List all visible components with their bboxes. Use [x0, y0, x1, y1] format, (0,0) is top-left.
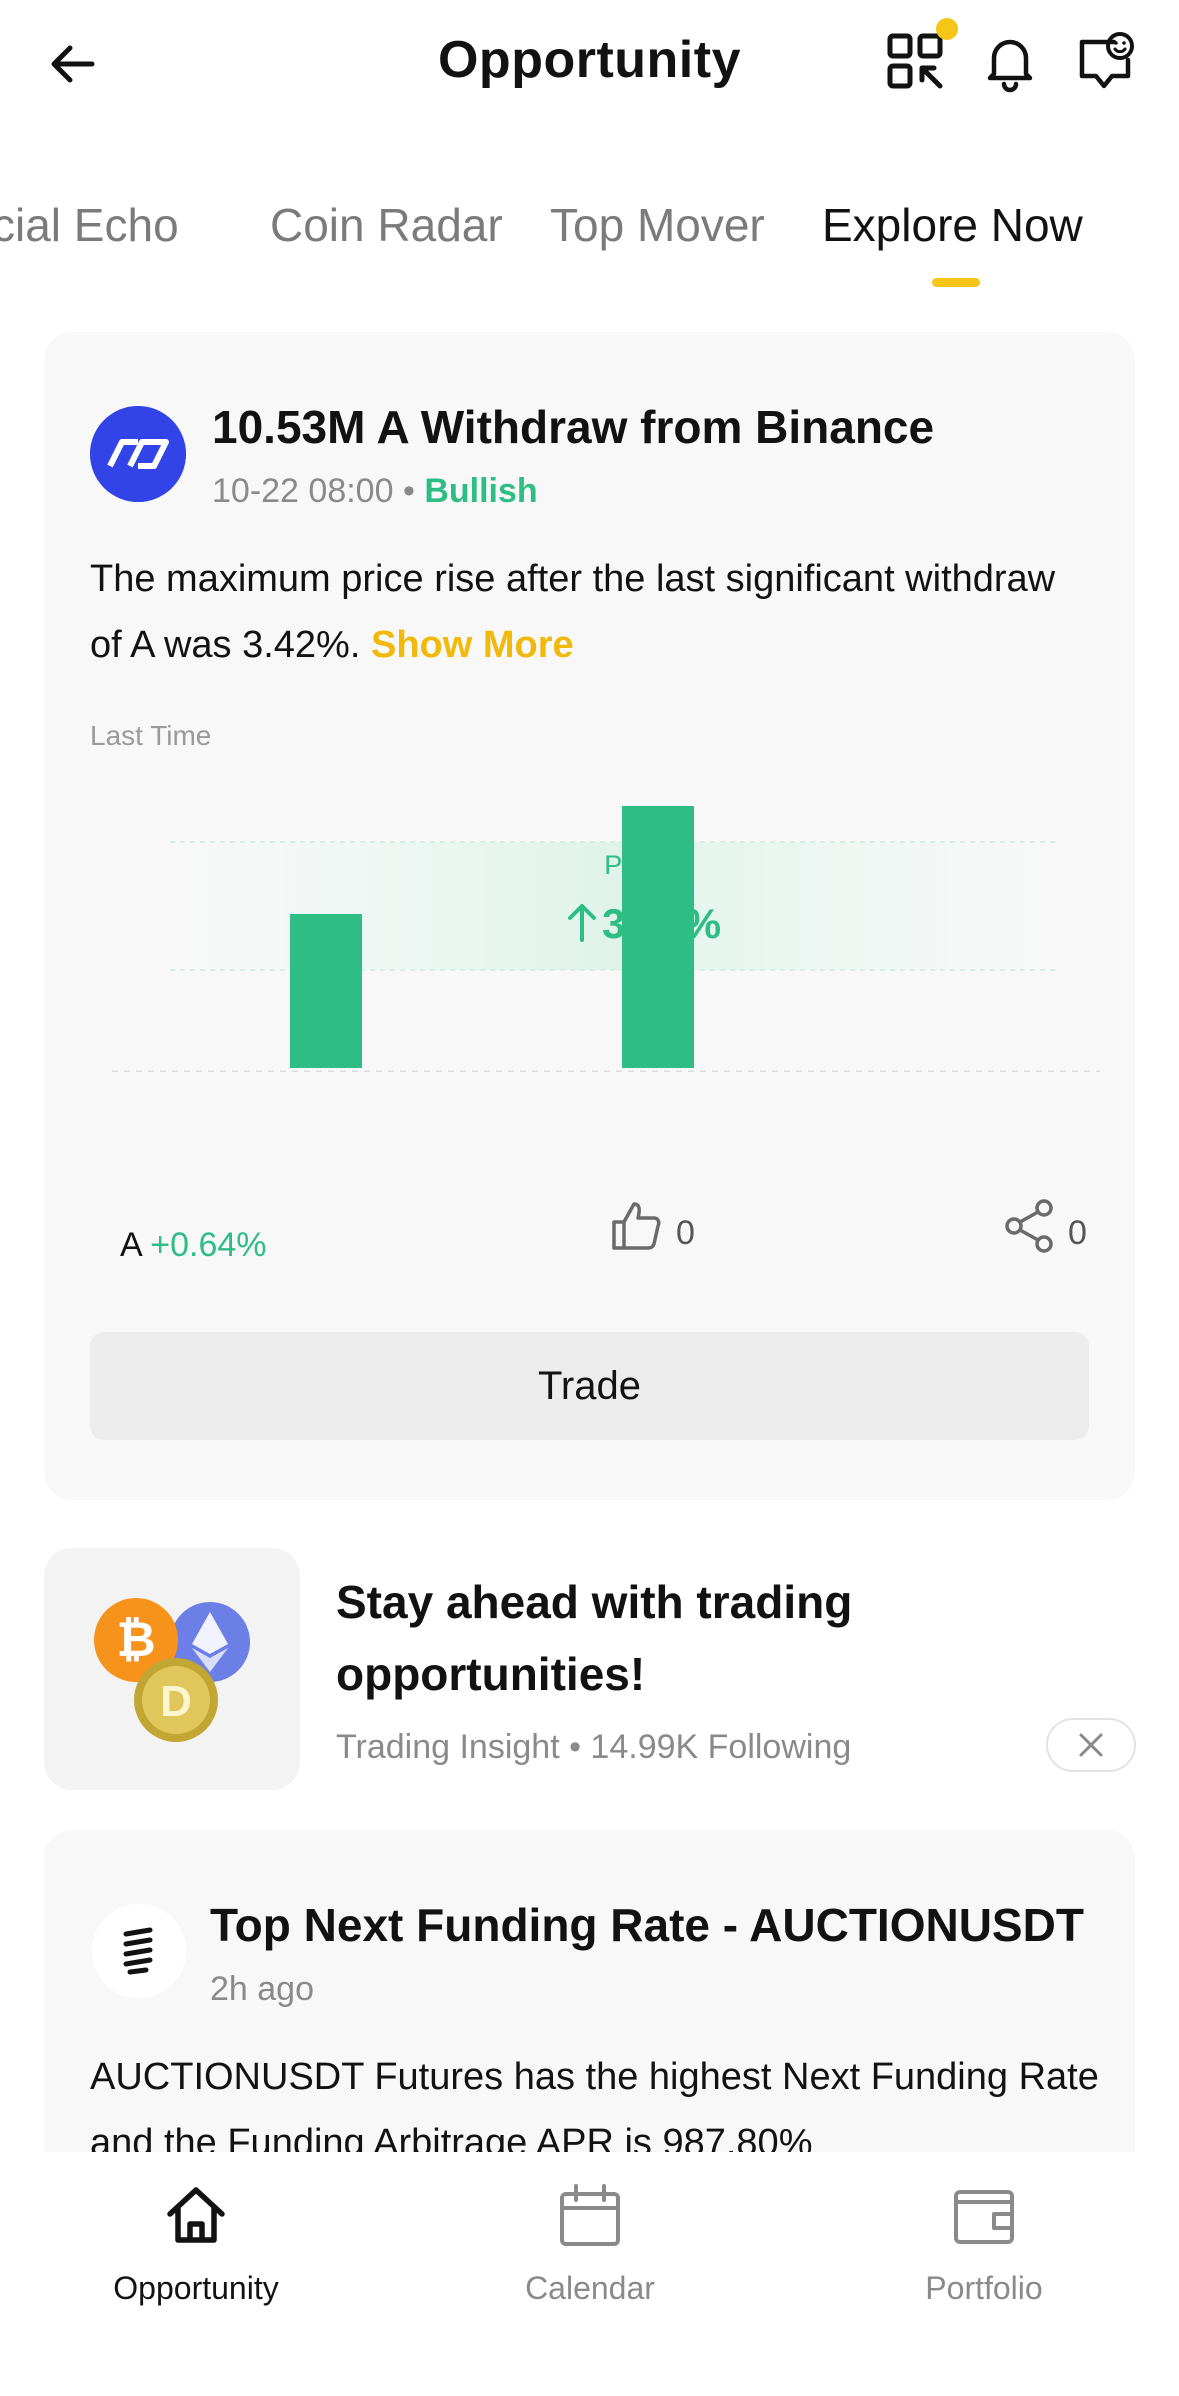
meta-separator: •: [402, 472, 415, 510]
category-tabs: cial Echo Coin Radar Top Mover Explore N…: [0, 180, 1179, 290]
bar-after: [622, 806, 694, 1068]
sentiment-badge: Bullish: [424, 472, 538, 510]
nav-opportunity[interactable]: Opportunity: [76, 2180, 316, 2307]
card-title: Top Next Funding Rate - AUCTIONUSDT: [210, 1899, 1084, 1951]
dogecoin-icon: D: [134, 1658, 218, 1742]
card-meta: 10-22 08:00 • Bullish: [212, 472, 538, 511]
card-description: The maximum price rise after the last si…: [90, 546, 1090, 678]
active-tab-indicator: [932, 278, 980, 287]
ticker-change-value: +0.64%: [150, 1226, 267, 1264]
coin-cluster-image: ₿ D: [44, 1548, 300, 1790]
bell-icon[interactable]: [978, 30, 1042, 94]
notification-dot: [936, 18, 958, 40]
price-change-chart: Price 3.42% BeforeAfter: [112, 806, 1100, 1072]
promo-title[interactable]: Stay ahead with trading opportunities!: [336, 1566, 1096, 1710]
svg-text:D: D: [160, 1677, 192, 1726]
bar-before: [290, 914, 362, 1068]
chart-caption: Last Time: [90, 720, 212, 751]
ticker-symbol: A: [120, 1226, 141, 1264]
close-icon: [1079, 1733, 1103, 1757]
show-more-link[interactable]: Show More: [371, 624, 574, 666]
opportunity-card[interactable]: 10.53M A Withdraw from Binance 10-22 08:…: [44, 332, 1135, 1500]
card-title: 10.53M A Withdraw from Binance: [212, 401, 935, 453]
nav-calendar[interactable]: Calendar: [470, 2180, 710, 2307]
source-logo-icon: [92, 1904, 186, 1998]
share-icon[interactable]: [1002, 1198, 1058, 1254]
promo-subtitle: Trading Insight • 14.99K Following: [336, 1728, 852, 1766]
trade-button[interactable]: Trade: [90, 1332, 1089, 1440]
top-bar: Opportunity: [0, 0, 1179, 130]
calendar-icon: [560, 2184, 620, 2246]
token-logo-icon: [90, 406, 186, 502]
tab-explore-now[interactable]: Explore Now: [822, 198, 1083, 252]
bottom-navigation: Opportunity Calendar Portfolio: [0, 2152, 1179, 2396]
ticker-change[interactable]: A +0.64%: [120, 1226, 267, 1265]
dismiss-button[interactable]: [1046, 1718, 1136, 1772]
wallet-icon: [954, 2190, 1014, 2244]
qr-scan-icon[interactable]: [884, 30, 948, 94]
nav-label: Calendar: [525, 2270, 655, 2306]
card-time: 2h ago: [210, 1970, 314, 2008]
like-count: 0: [676, 1214, 695, 1252]
support-chat-icon[interactable]: [1074, 30, 1138, 94]
card-time: 10-22 08:00: [212, 472, 394, 510]
nav-portfolio[interactable]: Portfolio: [864, 2180, 1104, 2307]
nav-label: Opportunity: [113, 2270, 279, 2306]
tab-coin-radar[interactable]: Coin Radar: [270, 198, 503, 252]
svg-text:₿: ₿: [116, 1614, 155, 1667]
home-icon: [167, 2187, 225, 2243]
tab-top-mover[interactable]: Top Mover: [550, 198, 765, 252]
share-count: 0: [1068, 1214, 1087, 1252]
thumbs-up-icon[interactable]: [608, 1198, 664, 1254]
tab-social-echo[interactable]: cial Echo: [0, 198, 179, 252]
nav-label: Portfolio: [925, 2270, 1043, 2306]
